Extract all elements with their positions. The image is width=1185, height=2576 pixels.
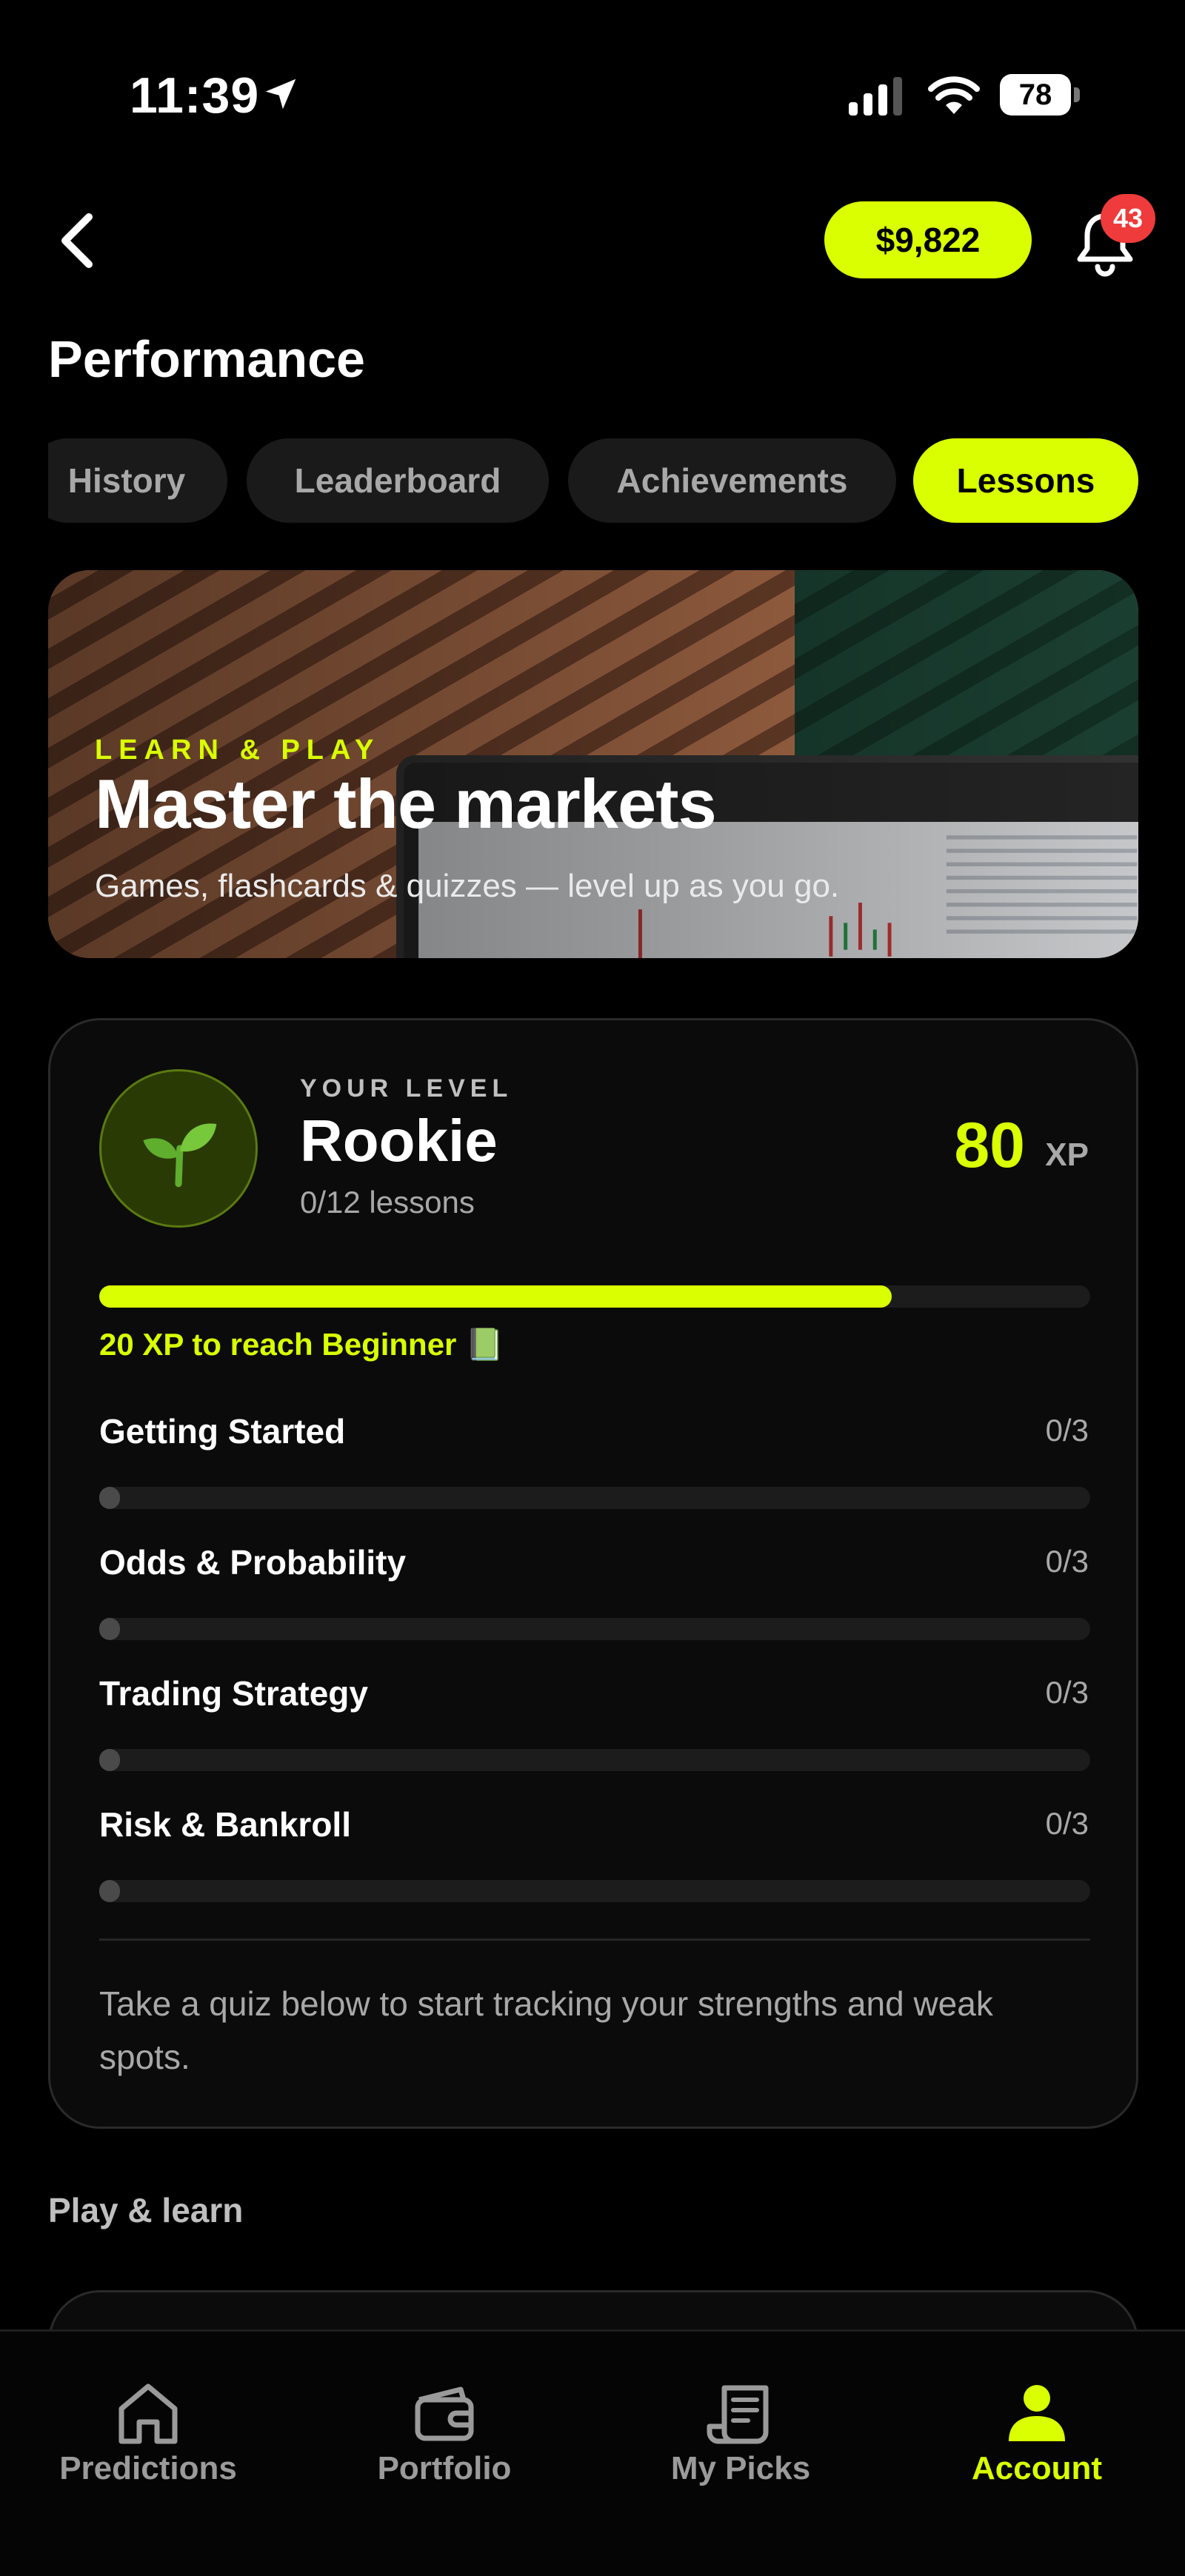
nav-portfolio[interactable]: Portfolio <box>296 2332 592 2539</box>
xp-progress-fill <box>99 1285 892 1308</box>
category-label-getting-started: Getting Started <box>99 1412 346 1451</box>
hero-banner[interactable]: LEARN & PLAY Master the markets Games, f… <box>48 570 1138 958</box>
category-progress-odds-probability <box>99 1618 1090 1640</box>
category-progress-fill <box>99 1880 120 1902</box>
section-title-play-learn: Play & learn <box>48 2191 244 2229</box>
hero-eyebrow: LEARN & PLAY <box>95 735 381 766</box>
nav-predictions[interactable]: Predictions <box>0 2332 296 2539</box>
battery-level: 78 <box>1000 74 1071 116</box>
category-progress-fill <box>99 1618 120 1640</box>
battery-indicator: 78 <box>1000 74 1081 116</box>
bottom-nav: Predictions Portfolio My Picks Account <box>0 2329 1185 2576</box>
level-card: YOUR LEVEL Rookie 0/12 lessons 80 XP 20 … <box>48 1018 1138 2129</box>
xp-progress-bar <box>99 1285 1090 1308</box>
category-progress-fill <box>99 1749 120 1771</box>
hero-subtitle: Games, flashcards & quizzes — level up a… <box>95 868 840 904</box>
level-eyebrow: YOUR LEVEL <box>300 1074 513 1103</box>
tab-bar: History Leaderboard Achievements Lessons <box>48 438 1138 523</box>
xp-next-level-hint: 20 XP to reach Beginner 📗 <box>99 1327 504 1362</box>
home-icon <box>118 2383 178 2444</box>
balance-button[interactable]: $9,822 <box>824 201 1032 278</box>
xp-value: 80 <box>954 1110 1025 1181</box>
status-time: 11:39 <box>130 67 260 124</box>
nav-label-account: Account <box>972 2450 1102 2486</box>
category-label-risk-bankroll: Risk & Bankroll <box>99 1805 351 1844</box>
category-progress-trading-strategy <box>99 1749 1090 1771</box>
location-arrow-icon <box>265 78 296 110</box>
back-button[interactable] <box>53 211 98 270</box>
tab-achievements[interactable]: Achievements <box>568 438 896 523</box>
user-icon <box>1009 2385 1065 2441</box>
xp-unit: XP <box>1045 1137 1089 1173</box>
category-count-odds-probability: 0/3 <box>1045 1544 1089 1579</box>
notification-badge: 43 <box>1101 194 1155 243</box>
nav-label-predictions: Predictions <box>59 2450 237 2486</box>
receipt-icon <box>707 2385 769 2444</box>
nav-my-picks[interactable]: My Picks <box>592 2332 889 2539</box>
page-title: Performance <box>48 330 365 388</box>
tab-lessons[interactable]: Lessons <box>913 438 1138 523</box>
nav-label-portfolio: Portfolio <box>377 2450 512 2486</box>
tab-leaderboard[interactable]: Leaderboard <box>247 438 549 523</box>
wallet-icon <box>415 2386 474 2441</box>
card-divider <box>99 1938 1090 1941</box>
battery-tip <box>1074 87 1080 102</box>
category-progress-getting-started <box>99 1487 1090 1509</box>
category-label-odds-probability: Odds & Probability <box>99 1543 407 1582</box>
category-count-getting-started: 0/3 <box>1045 1413 1089 1448</box>
nav-account[interactable]: Account <box>889 2332 1185 2539</box>
cellular-signal-icon <box>849 77 902 116</box>
category-count-trading-strategy: 0/3 <box>1045 1675 1089 1710</box>
hero-title: Master the markets <box>95 765 717 843</box>
seedling-icon <box>143 1123 217 1188</box>
wifi-icon <box>928 76 980 114</box>
nav-label-my-picks: My Picks <box>670 2450 811 2486</box>
category-label-trading-strategy: Trading Strategy <box>99 1674 368 1713</box>
level-lessons-count: 0/12 lessons <box>300 1185 475 1220</box>
level-badge <box>99 1069 258 1228</box>
category-progress-fill <box>99 1487 120 1509</box>
category-count-risk-bankroll: 0/3 <box>1045 1806 1089 1841</box>
tab-history[interactable]: History <box>48 438 227 523</box>
card-footer-text: Take a quiz below to start tracking your… <box>99 1984 993 2076</box>
category-progress-risk-bankroll <box>99 1880 1090 1902</box>
level-name: Rookie <box>300 1108 498 1174</box>
